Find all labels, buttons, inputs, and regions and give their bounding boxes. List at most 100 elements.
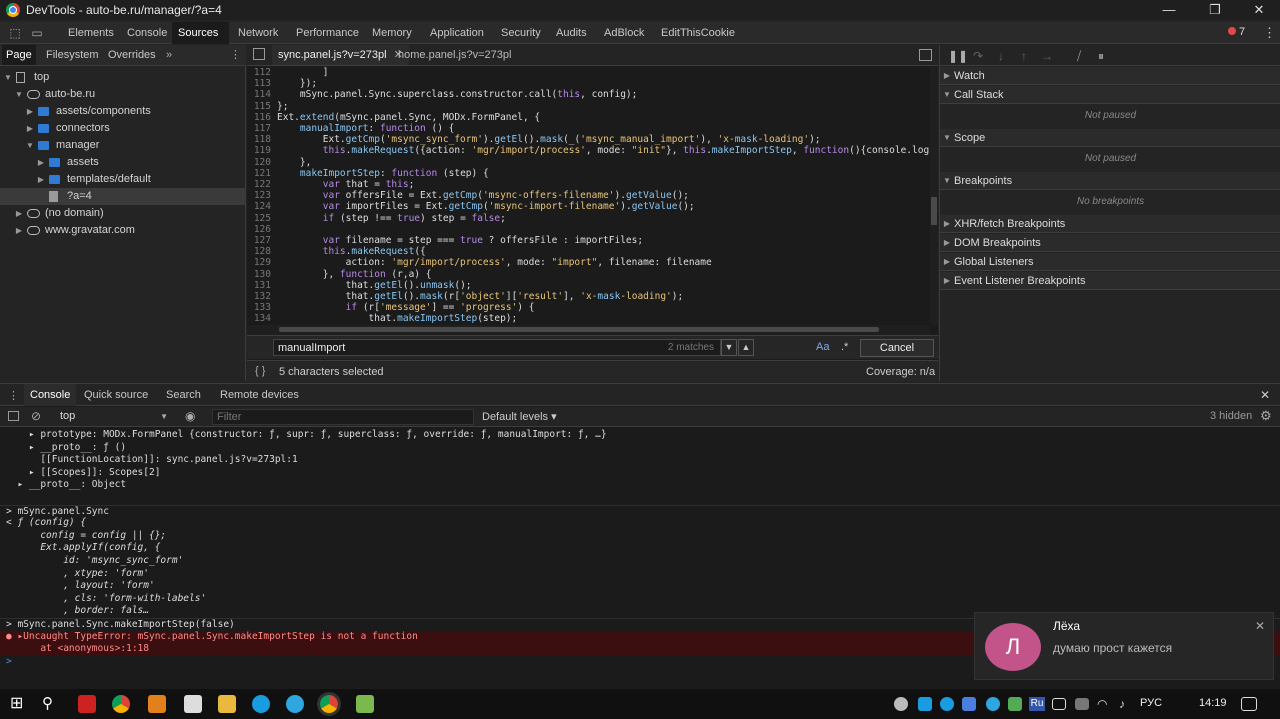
pause-on-exceptions-icon[interactable]: ⏸ bbox=[1094, 49, 1108, 63]
notification-toast[interactable]: Л Лёха думаю прост кажется ✕ bbox=[974, 612, 1274, 680]
device-toolbar-icon[interactable]: ▭ bbox=[30, 26, 44, 40]
section-scope[interactable]: ▼ Scope bbox=[940, 129, 1280, 147]
skype-icon[interactable] bbox=[252, 695, 270, 713]
tab-overrides[interactable]: Overrides bbox=[104, 45, 160, 65]
code-line[interactable]: 118 Ext.getCmp('msync_sync_form').getEl(… bbox=[247, 134, 930, 145]
tab-page[interactable]: Page bbox=[2, 45, 36, 65]
console-settings-gear-icon[interactable]: ⚙ bbox=[1260, 408, 1272, 424]
tab-filesystem[interactable]: Filesystem bbox=[42, 45, 103, 65]
close-button[interactable]: ✕ bbox=[1236, 0, 1280, 20]
code-line[interactable]: 125 if (step !== true) step = false; bbox=[247, 213, 930, 224]
match-case-button[interactable]: Aa bbox=[816, 341, 829, 353]
tree-item[interactable]: ?a=4 bbox=[0, 188, 246, 205]
line-number[interactable]: 134 bbox=[247, 313, 271, 324]
tray-volume-icon[interactable]: ♪ bbox=[1119, 697, 1133, 711]
navigator-menu-icon[interactable]: ⋮ bbox=[226, 45, 245, 65]
tree-item[interactable]: ▼ manager bbox=[0, 137, 246, 154]
section-dom-breakpoints[interactable]: ▶ DOM Breakpoints bbox=[940, 234, 1280, 252]
line-number[interactable]: 122 bbox=[247, 179, 271, 190]
toggle-debugger-icon[interactable] bbox=[919, 49, 932, 61]
search-icon[interactable]: ⚲ bbox=[42, 695, 60, 713]
tab-security[interactable]: Security bbox=[495, 22, 547, 44]
section-global-listeners[interactable]: ▶ Global Listeners bbox=[940, 253, 1280, 271]
code-line[interactable]: 132 that.getEl().mask(r['object']['resul… bbox=[247, 291, 930, 302]
code-line[interactable]: 133 if (r['message'] == 'progress') { bbox=[247, 302, 930, 313]
step-over-icon[interactable]: ↷ bbox=[971, 49, 985, 63]
telegram-icon[interactable] bbox=[286, 695, 304, 713]
code-line[interactable]: 127 var filename = step === true ? offer… bbox=[247, 235, 930, 246]
expand-arrow-icon[interactable]: ▶ bbox=[15, 222, 23, 239]
tree-item[interactable]: ▶ assets/components bbox=[0, 103, 246, 120]
start-windows-icon[interactable]: ⊞ bbox=[10, 695, 28, 713]
editor-tab-sync-panel[interactable]: sync.panel.js?v=273pl ✕ bbox=[272, 45, 409, 65]
line-number[interactable]: 125 bbox=[247, 213, 271, 224]
code-view[interactable]: 112 ] 113 }); 114 mSync.panel.Sync.supercl… bbox=[247, 67, 930, 325]
regex-button[interactable]: .* bbox=[841, 341, 848, 353]
tree-item[interactable]: ▶ connectors bbox=[0, 120, 246, 137]
action-center-icon[interactable] bbox=[1241, 697, 1257, 711]
step-into-icon[interactable]: ↓ bbox=[994, 49, 1008, 63]
scrollbar-thumb[interactable] bbox=[279, 327, 879, 332]
code-line[interactable]: 113 }); bbox=[247, 78, 930, 89]
expand-arrow-icon[interactable]: ▶ bbox=[37, 171, 45, 188]
tree-item[interactable]: ▶ www.gravatar.com bbox=[0, 222, 246, 239]
section-call-stack[interactable]: ▼ Call Stack bbox=[940, 86, 1280, 104]
pretty-print-icon[interactable]: { } bbox=[255, 365, 265, 377]
tray-network-icon[interactable] bbox=[894, 697, 908, 711]
section-xhr-fetch-breakpoints[interactable]: ▶ XHR/fetch Breakpoints bbox=[940, 215, 1280, 233]
prev-match-button[interactable]: ▲ bbox=[738, 339, 754, 356]
line-number[interactable]: 120 bbox=[247, 157, 271, 168]
next-match-button[interactable]: ▼ bbox=[721, 339, 737, 356]
code-line[interactable]: 134 that.makeImportStep(step); bbox=[247, 313, 930, 324]
horizontal-scrollbar[interactable] bbox=[247, 325, 930, 335]
sublime-icon[interactable] bbox=[148, 695, 166, 713]
tray-app-icon[interactable] bbox=[918, 697, 932, 711]
notepad-icon[interactable] bbox=[356, 695, 374, 713]
line-number[interactable]: 127 bbox=[247, 235, 271, 246]
expand-arrow-icon[interactable]: ▶ bbox=[15, 205, 23, 222]
line-number[interactable]: 113 bbox=[247, 78, 271, 89]
close-notification-icon[interactable]: ✕ bbox=[1255, 619, 1265, 633]
editor-tab-home-panel[interactable]: home.panel.js?v=273pl bbox=[392, 45, 517, 65]
close-drawer-icon[interactable]: ✕ bbox=[1260, 388, 1270, 402]
tab-sources[interactable]: Sources bbox=[172, 22, 229, 44]
tree-item[interactable]: ▼ auto-be.ru bbox=[0, 86, 246, 103]
code-line[interactable]: 128 this.makeRequest({ bbox=[247, 246, 930, 257]
code-line[interactable]: 129 action: 'mgr/import/process', mode: … bbox=[247, 257, 930, 268]
context-select[interactable]: top ▼ bbox=[54, 409, 172, 424]
filezilla-icon[interactable] bbox=[78, 695, 96, 713]
code-line[interactable]: 131 that.getEl().unmask(); bbox=[247, 280, 930, 291]
section-breakpoints[interactable]: ▼ Breakpoints bbox=[940, 172, 1280, 190]
tab-console[interactable]: Console bbox=[121, 22, 173, 44]
toggle-navigator-icon[interactable] bbox=[253, 48, 265, 60]
tray-security-icon[interactable] bbox=[1008, 697, 1022, 711]
vscroll-thumb[interactable] bbox=[931, 197, 937, 225]
code-line[interactable]: 116 Ext.extend(mSync.panel.Sync, MODx.For… bbox=[247, 112, 930, 123]
inspect-element-icon[interactable]: ⬚ bbox=[8, 26, 22, 40]
drawer-tab-search[interactable]: Search bbox=[160, 384, 207, 406]
drawer-tab-quick-source[interactable]: Quick source bbox=[78, 384, 154, 406]
live-expression-eye-icon[interactable]: ◉ bbox=[185, 409, 195, 423]
code-line[interactable]: 124 var importFiles = Ext.getCmp('msync-… bbox=[247, 201, 930, 212]
line-number[interactable]: 124 bbox=[247, 201, 271, 212]
line-number[interactable]: 112 bbox=[247, 67, 271, 78]
line-number[interactable]: 116 bbox=[247, 112, 271, 123]
log-levels-dropdown[interactable]: Default levels ▾ bbox=[482, 410, 557, 423]
step-icon[interactable]: → bbox=[1040, 49, 1054, 63]
step-out-icon[interactable]: ↑ bbox=[1017, 49, 1031, 63]
line-number[interactable]: 115 bbox=[247, 101, 271, 112]
line-number[interactable]: 117 bbox=[247, 123, 271, 134]
tray-display-icon[interactable] bbox=[1052, 698, 1066, 710]
code-line[interactable]: 114 mSync.panel.Sync.superclass.construc… bbox=[247, 89, 930, 100]
deactivate-breakpoints-icon[interactable]: ⧸ bbox=[1072, 49, 1086, 63]
section-watch[interactable]: ▶ Watch bbox=[940, 67, 1280, 85]
minimize-button[interactable]: — bbox=[1146, 0, 1192, 20]
drawer-tab-remote-devices[interactable]: Remote devices bbox=[214, 384, 305, 406]
tab-elements[interactable]: Elements bbox=[62, 22, 120, 44]
more-menu-icon[interactable]: ⋮ bbox=[1263, 25, 1276, 41]
chrome-taskbar-icon[interactable] bbox=[112, 695, 130, 713]
code-line[interactable]: 126 bbox=[247, 224, 930, 235]
expand-arrow-icon[interactable]: ▼ bbox=[4, 69, 12, 86]
tab-memory[interactable]: Memory bbox=[366, 22, 418, 44]
restore-button[interactable]: ❐ bbox=[1192, 0, 1238, 20]
